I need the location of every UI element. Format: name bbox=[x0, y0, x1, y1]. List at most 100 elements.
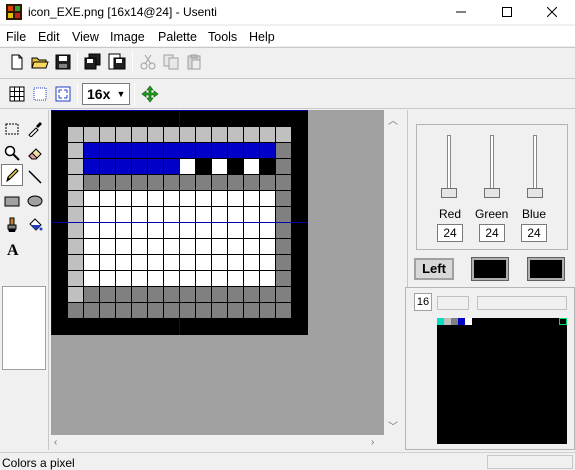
pixel[interactable] bbox=[148, 175, 164, 191]
pixel[interactable] bbox=[244, 271, 260, 287]
palette-entry[interactable] bbox=[465, 318, 472, 325]
pixel[interactable] bbox=[260, 223, 276, 239]
pixel[interactable] bbox=[212, 191, 228, 207]
scroll-up-icon[interactable]: ︿ bbox=[388, 112, 398, 127]
blue-value-input[interactable]: 24 bbox=[521, 224, 547, 242]
scroll-left-icon[interactable]: ‹ bbox=[54, 437, 57, 448]
pixel[interactable] bbox=[212, 223, 228, 239]
pixel[interactable] bbox=[164, 159, 180, 175]
pixel[interactable] bbox=[116, 111, 132, 127]
pixel[interactable] bbox=[116, 303, 132, 319]
pixel[interactable] bbox=[84, 239, 100, 255]
vertical-scrollbar[interactable]: ︿ ﹀ bbox=[384, 110, 401, 435]
blue-slider-thumb[interactable] bbox=[527, 188, 543, 198]
ellipse-tool[interactable] bbox=[24, 190, 46, 212]
pixel[interactable] bbox=[196, 303, 212, 319]
pixel[interactable] bbox=[244, 159, 260, 175]
pixel[interactable] bbox=[68, 287, 84, 303]
line-tool[interactable] bbox=[24, 166, 46, 188]
move-button[interactable] bbox=[139, 83, 161, 105]
pixel[interactable] bbox=[244, 143, 260, 159]
pixel[interactable] bbox=[84, 255, 100, 271]
pixel[interactable] bbox=[276, 319, 292, 335]
pixel[interactable] bbox=[68, 255, 84, 271]
pixel[interactable] bbox=[52, 175, 68, 191]
pixel[interactable] bbox=[196, 223, 212, 239]
pixel[interactable] bbox=[212, 127, 228, 143]
pixel[interactable] bbox=[132, 207, 148, 223]
pixel[interactable] bbox=[164, 287, 180, 303]
pixel[interactable] bbox=[180, 207, 196, 223]
pixel[interactable] bbox=[148, 111, 164, 127]
pixel[interactable] bbox=[116, 287, 132, 303]
pixel[interactable] bbox=[132, 271, 148, 287]
pixel[interactable] bbox=[228, 287, 244, 303]
pixel[interactable] bbox=[292, 287, 308, 303]
pixel[interactable] bbox=[244, 287, 260, 303]
pixel[interactable] bbox=[228, 223, 244, 239]
pixel[interactable] bbox=[244, 191, 260, 207]
green-slider-track[interactable] bbox=[490, 135, 494, 195]
pixel[interactable] bbox=[148, 303, 164, 319]
pixel[interactable] bbox=[116, 223, 132, 239]
pixel[interactable] bbox=[100, 255, 116, 271]
image-canvas[interactable] bbox=[51, 110, 308, 335]
pixel[interactable] bbox=[276, 239, 292, 255]
pixel[interactable] bbox=[260, 175, 276, 191]
pixel[interactable] bbox=[228, 271, 244, 287]
pixel[interactable] bbox=[68, 143, 84, 159]
pixel[interactable] bbox=[244, 207, 260, 223]
green-slider-thumb[interactable] bbox=[484, 188, 500, 198]
pixel[interactable] bbox=[228, 143, 244, 159]
pixel[interactable] bbox=[180, 223, 196, 239]
pixel[interactable] bbox=[116, 319, 132, 335]
palette-entry[interactable] bbox=[451, 318, 458, 325]
pixel[interactable] bbox=[228, 191, 244, 207]
pixel[interactable] bbox=[164, 271, 180, 287]
pixel[interactable] bbox=[180, 127, 196, 143]
pixel[interactable] bbox=[132, 239, 148, 255]
pixel[interactable] bbox=[196, 175, 212, 191]
cut-button[interactable] bbox=[137, 51, 159, 73]
text-tool[interactable]: A bbox=[1, 238, 23, 260]
pixel[interactable] bbox=[52, 303, 68, 319]
eraser-tool[interactable] bbox=[24, 142, 46, 164]
pixel[interactable] bbox=[180, 239, 196, 255]
pixel[interactable] bbox=[180, 255, 196, 271]
pixel[interactable] bbox=[132, 127, 148, 143]
pixel[interactable] bbox=[84, 143, 100, 159]
pixel[interactable] bbox=[52, 223, 68, 239]
palette-field[interactable] bbox=[477, 296, 567, 310]
pixel[interactable] bbox=[196, 239, 212, 255]
palette-grid[interactable] bbox=[437, 318, 567, 444]
pixel[interactable] bbox=[276, 127, 292, 143]
pixel[interactable] bbox=[196, 287, 212, 303]
close-button[interactable] bbox=[529, 0, 575, 24]
pixel[interactable] bbox=[164, 239, 180, 255]
pixel[interactable] bbox=[132, 303, 148, 319]
pixel[interactable] bbox=[68, 127, 84, 143]
pixel[interactable] bbox=[164, 111, 180, 127]
green-value-input[interactable]: 24 bbox=[479, 224, 505, 242]
pixel[interactable] bbox=[212, 159, 228, 175]
pixel[interactable] bbox=[180, 111, 196, 127]
pixel[interactable] bbox=[116, 271, 132, 287]
pixel[interactable] bbox=[276, 191, 292, 207]
pixel[interactable] bbox=[180, 143, 196, 159]
maximize-button[interactable] bbox=[484, 0, 530, 24]
pixel[interactable] bbox=[292, 223, 308, 239]
copy-button[interactable] bbox=[160, 51, 182, 73]
menu-image[interactable]: Image bbox=[110, 30, 145, 44]
pixel[interactable] bbox=[68, 111, 84, 127]
pixel[interactable] bbox=[84, 191, 100, 207]
pixel[interactable] bbox=[292, 127, 308, 143]
pixel[interactable] bbox=[84, 111, 100, 127]
menu-help[interactable]: Help bbox=[249, 30, 275, 44]
pixel[interactable] bbox=[148, 143, 164, 159]
pixel[interactable] bbox=[260, 319, 276, 335]
pixel[interactable] bbox=[100, 127, 116, 143]
horizontal-scrollbar[interactable]: ‹ › bbox=[51, 435, 384, 452]
pixel[interactable] bbox=[244, 303, 260, 319]
pixel[interactable] bbox=[52, 127, 68, 143]
pixel[interactable] bbox=[100, 287, 116, 303]
